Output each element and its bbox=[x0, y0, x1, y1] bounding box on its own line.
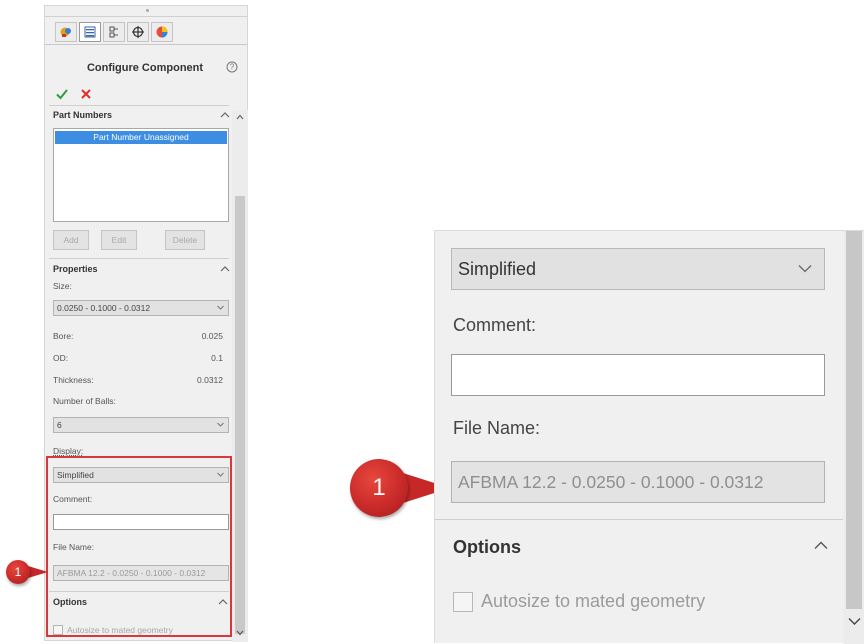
scroll-up-icon[interactable] bbox=[236, 114, 244, 120]
file-name-field[interactable]: AFBMA 12.2 - 0.0250 - 0.1000 - 0.0312 bbox=[451, 461, 825, 503]
thickness-value: 0.0312 bbox=[197, 375, 223, 385]
cancel-x-icon[interactable] bbox=[79, 87, 93, 101]
size-select-value: 0.0250 - 0.1000 - 0.0312 bbox=[57, 303, 151, 313]
callout-number: 1 bbox=[6, 560, 30, 584]
callout-badge-left: 1 bbox=[2, 557, 50, 587]
property-manager-icon bbox=[84, 26, 96, 38]
scroll-down-icon[interactable] bbox=[848, 617, 861, 626]
collapse-part-numbers-icon[interactable] bbox=[220, 111, 230, 119]
comment-label: Comment: bbox=[453, 315, 537, 335]
comment-field[interactable] bbox=[451, 354, 825, 396]
chevron-down-icon bbox=[217, 422, 224, 427]
configuration-manager-icon bbox=[109, 26, 118, 38]
panel-resize-grip[interactable] bbox=[45, 6, 247, 17]
number-of-balls-value: 6 bbox=[57, 420, 62, 430]
property-manager-tab[interactable] bbox=[79, 22, 101, 42]
size-label: Size: bbox=[53, 281, 72, 291]
ok-check-icon[interactable] bbox=[55, 87, 69, 101]
crosshair-icon bbox=[132, 26, 144, 38]
section-divider bbox=[49, 258, 229, 259]
grip-dot bbox=[146, 9, 149, 12]
manager-tab-strip bbox=[55, 22, 173, 44]
od-label: OD: bbox=[53, 353, 69, 363]
bore-label: Bore: bbox=[53, 331, 74, 341]
chevron-down-icon bbox=[798, 265, 812, 273]
list-item[interactable]: Part Number Unassigned bbox=[55, 131, 227, 144]
number-of-balls-select[interactable]: 6 bbox=[53, 417, 229, 433]
options-heading[interactable]: Options bbox=[453, 537, 521, 558]
display-label: Display: bbox=[53, 446, 84, 456]
display-select-value: Simplified bbox=[458, 259, 537, 279]
section-divider bbox=[435, 519, 843, 520]
part-numbers-heading[interactable]: Part Numbers bbox=[53, 110, 112, 120]
scrollbar-thumb[interactable] bbox=[235, 196, 245, 634]
part-numbers-list[interactable]: Part Number Unassigned bbox=[53, 128, 229, 222]
edit-button[interactable]: Edit bbox=[101, 230, 137, 250]
panel-scrollbar[interactable] bbox=[843, 231, 864, 644]
feature-manager-tab[interactable] bbox=[55, 22, 77, 42]
highlight-box bbox=[46, 456, 232, 637]
scroll-down-icon[interactable] bbox=[236, 630, 244, 636]
size-select[interactable]: 0.0250 - 0.1000 - 0.0312 bbox=[53, 300, 229, 316]
collapse-options-icon[interactable] bbox=[814, 541, 828, 550]
od-value: 0.1 bbox=[211, 353, 223, 363]
autosize-option[interactable]: Autosize to mated geometry bbox=[453, 591, 705, 612]
svg-text:?: ? bbox=[230, 63, 235, 72]
collapse-properties-icon[interactable] bbox=[220, 265, 230, 273]
panel-scrollbar[interactable] bbox=[232, 110, 248, 642]
feature-manager-icon bbox=[60, 27, 71, 37]
thickness-label: Thickness: bbox=[53, 375, 94, 385]
add-button[interactable]: Add bbox=[53, 230, 89, 250]
number-of-balls-label: Number of Balls: bbox=[53, 396, 116, 406]
display-select[interactable]: Simplified bbox=[451, 248, 825, 290]
autosize-label: Autosize to mated geometry bbox=[481, 591, 706, 611]
delete-button[interactable]: Delete bbox=[165, 230, 205, 250]
properties-heading[interactable]: Properties bbox=[53, 264, 98, 274]
display-manager-tab[interactable] bbox=[151, 22, 173, 42]
bore-value: 0.025 bbox=[201, 331, 223, 341]
configuration-manager-tab[interactable] bbox=[103, 22, 125, 42]
scrollbar-thumb[interactable] bbox=[846, 231, 862, 609]
tab-strip-divider bbox=[45, 44, 247, 45]
callout-number: 1 bbox=[350, 459, 408, 517]
section-divider bbox=[49, 105, 229, 106]
autosize-checkbox[interactable] bbox=[453, 591, 473, 612]
display-manager-icon bbox=[156, 26, 168, 38]
panel-title: Configure Component bbox=[86, 62, 204, 74]
dimxpert-manager-tab[interactable] bbox=[127, 22, 149, 42]
file-name-label: File Name: bbox=[453, 418, 541, 438]
zoomed-property-panel: Simplified Comment: File Name: AFBMA 12.… bbox=[434, 230, 864, 644]
help-icon[interactable]: ? bbox=[226, 61, 238, 73]
chevron-down-icon bbox=[217, 305, 224, 310]
